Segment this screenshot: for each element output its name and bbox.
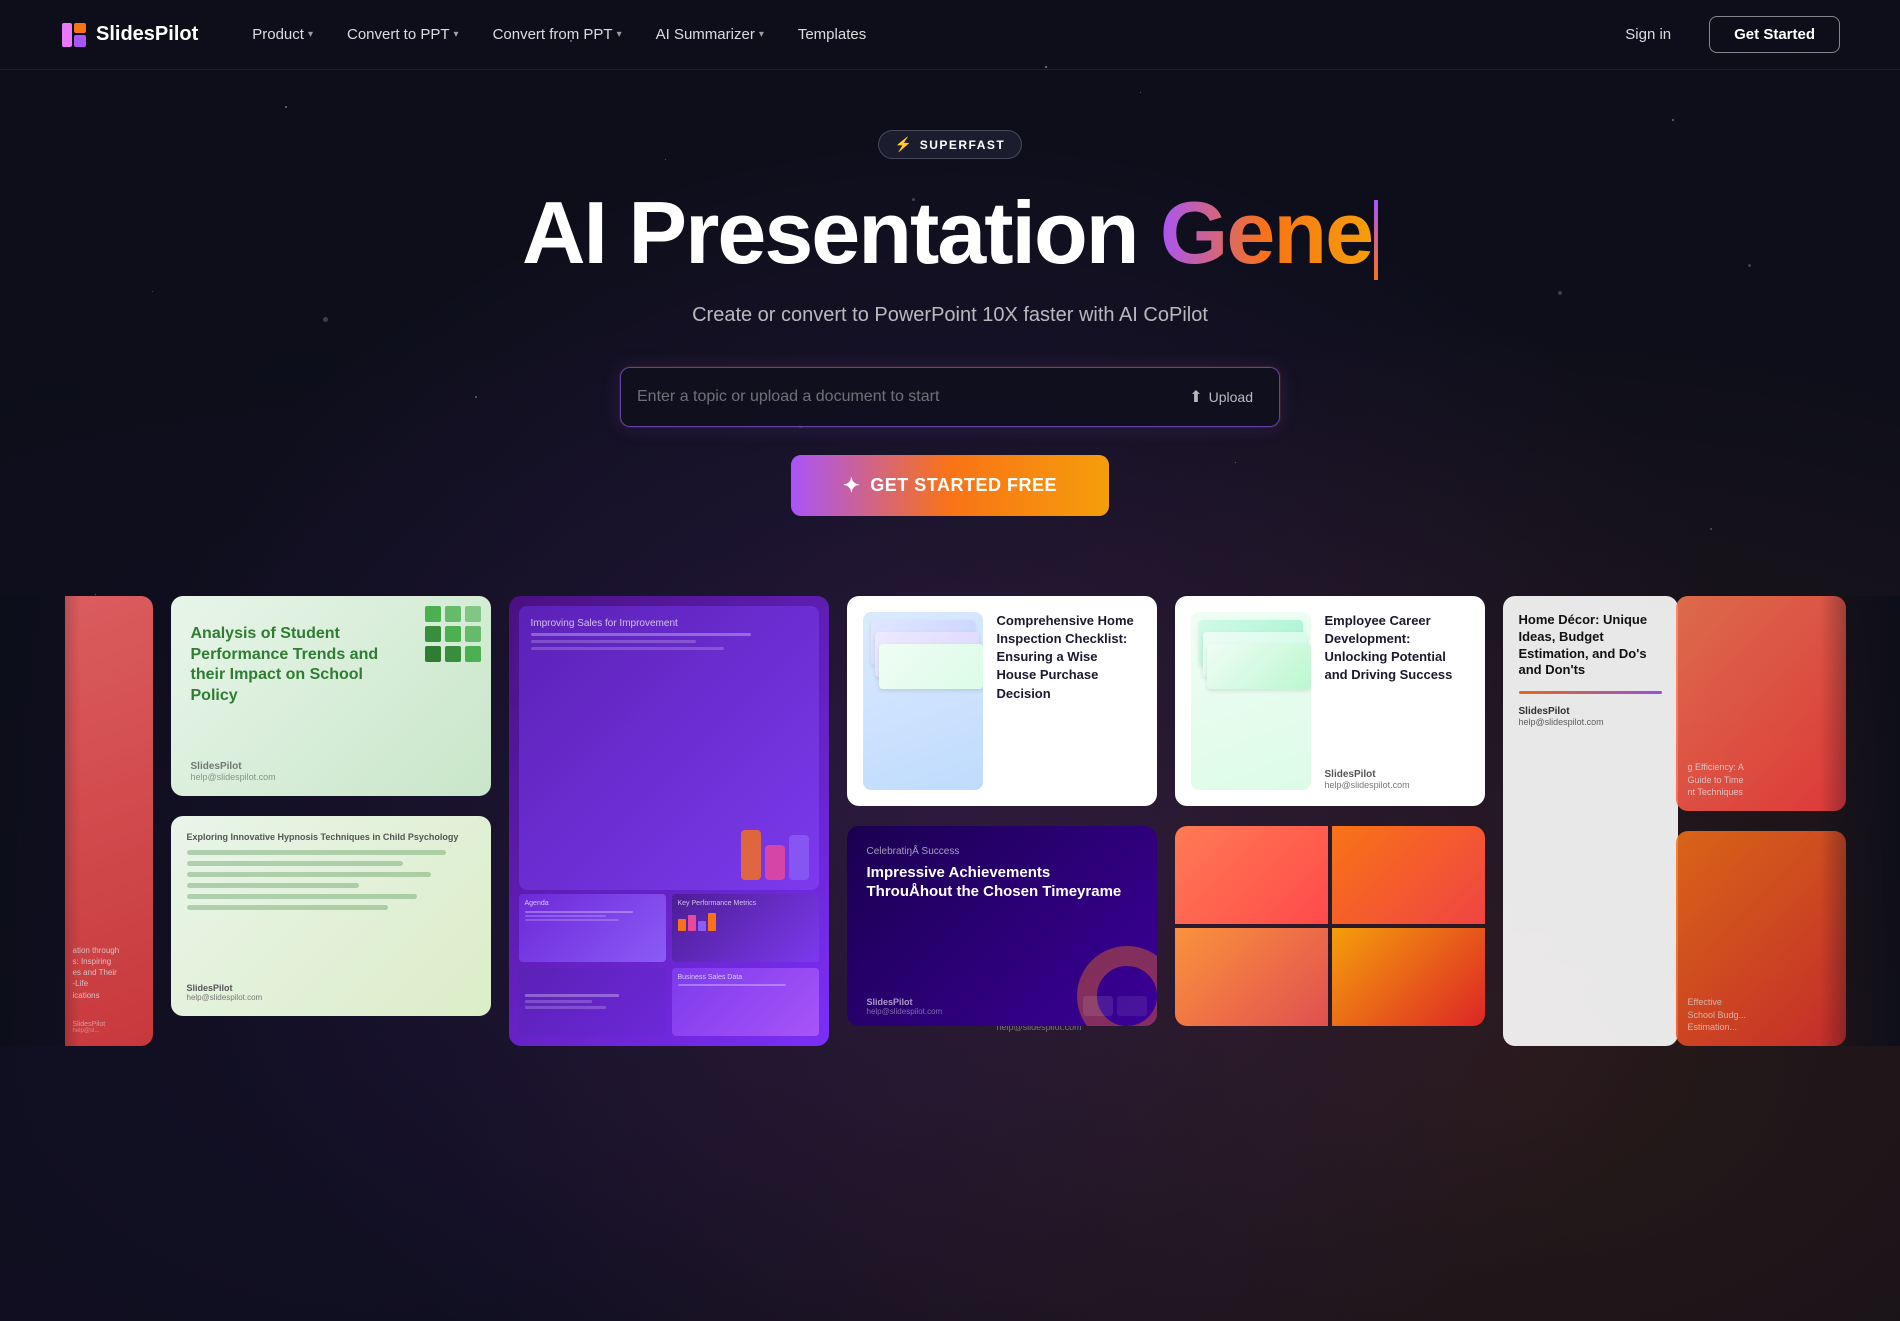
nav-item-product[interactable]: Product ▾ xyxy=(238,18,327,51)
mini-slides-grid: Agenda Key Performance Metrics xyxy=(519,894,819,1036)
logo-text: SlidesPilot xyxy=(96,23,198,46)
academic-card-footer: SlidesPilot help@slidespilot.com xyxy=(191,761,276,782)
green-card-lines xyxy=(187,850,475,910)
celebration-title: Impressive Achievements ThrouÅhout the C… xyxy=(867,863,1137,902)
academic-card-title: Analysis of Student Performance Trends a… xyxy=(191,624,391,707)
celebration-mini-preview xyxy=(1083,996,1147,1016)
upload-icon: ⬆ xyxy=(1189,387,1202,407)
hero-subtitle: Create or convert to PowerPoint 10X fast… xyxy=(692,304,1208,327)
employee-title: Employee Career Development: Unlocking P… xyxy=(1325,612,1469,685)
search-input-wrapper: ⬆ Upload xyxy=(620,367,1280,427)
mosaic-cell-2 xyxy=(1332,826,1485,924)
mosaic-cell-3 xyxy=(1175,928,1328,1026)
right-partial-2: Effective School Budg... Estimation... xyxy=(1676,831,1846,1046)
employee-footer: SlidesPilot help@slidespilot.com xyxy=(1325,769,1410,790)
left-partial-card-1: ation through s: Inspiring es and Their … xyxy=(65,596,153,1046)
academic-card[interactable]: Analysis of Student Performance Trends a… xyxy=(171,596,491,796)
celebration-footer: SlidesPilot help@slidespilot.com xyxy=(867,997,943,1016)
green-lines-card[interactable]: Exploring Innovative Hypnosis Techniques… xyxy=(171,816,491,1016)
purple-slide-content: Improving Sales for Improvement xyxy=(519,606,819,890)
chevron-down-icon: ▾ xyxy=(759,29,764,40)
bolt-icon: ⚡ xyxy=(895,136,914,153)
inspection-preview xyxy=(863,612,983,790)
decor-brand: SlidesPilot xyxy=(1519,706,1662,717)
nav-item-templates[interactable]: Templates xyxy=(784,18,880,51)
purple-slides-card[interactable]: Improving Sales for Improvement xyxy=(509,596,829,1046)
employee-card[interactable]: Employee Career Development: Unlocking P… xyxy=(1175,596,1485,806)
gallery-section: ation through s: Inspiring es and Their … xyxy=(0,596,1900,1046)
green-card-footer: SlidesPilot help@slidespilot.com xyxy=(187,983,263,1002)
nav-right: Sign in Get Started xyxy=(1603,16,1840,53)
nav-item-convert-from-ppt[interactable]: Convert from PPT ▾ xyxy=(479,18,636,51)
search-container: ⬆ Upload xyxy=(620,367,1280,427)
typing-cursor xyxy=(1374,200,1378,280)
decor-title: Home Décor: Unique Ideas, Budget Estimat… xyxy=(1519,612,1662,680)
gallery-column-4: Employee Career Development: Unlocking P… xyxy=(1175,596,1485,1026)
mini-slide-3 xyxy=(519,968,666,1036)
mini-slide-4: Business Sales Data xyxy=(672,968,819,1036)
mosaic-card[interactable] xyxy=(1175,826,1485,1026)
mosaic-cell-1 xyxy=(1175,826,1328,924)
mini-slide-2: Key Performance Metrics xyxy=(672,894,819,962)
cta-get-started-button[interactable]: ✦ GET STARTED FREE xyxy=(791,455,1109,516)
nav-item-ai-summarizer[interactable]: AI Summarizer ▾ xyxy=(642,18,778,51)
mosaic-cell-4 xyxy=(1332,928,1485,1026)
slide-color-blocks xyxy=(741,830,809,880)
chevron-down-icon: ▾ xyxy=(617,29,622,40)
purple-slide-main: Improving Sales for Improvement xyxy=(519,606,819,890)
employee-preview xyxy=(1191,612,1311,790)
employee-info: Employee Career Development: Unlocking P… xyxy=(1325,612,1469,790)
decor-divider xyxy=(1519,691,1662,694)
right-partial-1: g Efficiency: A Guide to Time nt Techniq… xyxy=(1676,596,1846,811)
gallery-flex: ation through s: Inspiring es and Their … xyxy=(0,596,1900,1046)
nav-item-convert-to-ppt[interactable]: Convert to PPT ▾ xyxy=(333,18,473,51)
nav-left: SlidesPilot Product ▾ Convert to PPT ▾ C… xyxy=(60,18,880,51)
gallery-column-3: Comprehensive Home Inspection Checklist:… xyxy=(847,596,1157,1026)
gallery-column-2: Improving Sales for Improvement xyxy=(509,596,829,1046)
inspection-info: Comprehensive Home Inspection Checklist:… xyxy=(997,612,1141,790)
hero-title: AI Presentation Gene xyxy=(522,187,1378,280)
right-partial-decor-card: Home Décor: Unique Ideas, Budget Estimat… xyxy=(1503,596,1678,1046)
chevron-down-icon: ▾ xyxy=(308,29,313,40)
sign-in-button[interactable]: Sign in xyxy=(1603,17,1693,52)
right-partial-1-content: g Efficiency: A Guide to Time nt Techniq… xyxy=(1688,608,1834,799)
get-started-nav-button[interactable]: Get Started xyxy=(1709,16,1840,53)
deco-grid xyxy=(425,606,481,662)
celebration-tag: CelebratiŋÅ Success xyxy=(867,846,1137,857)
topic-input[interactable] xyxy=(637,388,1179,406)
logo-icon xyxy=(60,21,88,49)
navbar: SlidesPilot Product ▾ Convert to PPT ▾ C… xyxy=(0,0,1900,70)
sparkle-icon: ✦ xyxy=(843,473,860,498)
green-card-header: Exploring Innovative Hypnosis Techniques… xyxy=(187,832,475,842)
upload-button[interactable]: ⬆ Upload xyxy=(1179,381,1263,413)
far-right-partials: g Efficiency: A Guide to Time nt Techniq… xyxy=(1676,596,1846,1046)
inspection-title: Comprehensive Home Inspection Checklist:… xyxy=(997,612,1141,703)
right-partial-2-content: Effective School Budg... Estimation... xyxy=(1688,843,1834,1034)
celebration-card[interactable]: CelebratiŋÅ Success Impressive Achieveme… xyxy=(847,826,1157,1026)
nav-links: Product ▾ Convert to PPT ▾ Convert from … xyxy=(238,18,880,51)
superfast-badge: ⚡ SUPERFAST xyxy=(878,130,1022,159)
mini-slide-1: Agenda xyxy=(519,894,666,962)
home-inspection-card[interactable]: Comprehensive Home Inspection Checklist:… xyxy=(847,596,1157,806)
gallery-column-1: Analysis of Student Performance Trends a… xyxy=(171,596,491,1016)
inspection-slide-preview-3 xyxy=(879,644,983,689)
employee-slide-3 xyxy=(1207,644,1311,689)
decor-email: help@slidespilot.com xyxy=(1519,717,1662,727)
hero-section: ⚡ SUPERFAST AI Presentation Gene Create … xyxy=(0,70,1900,556)
logo[interactable]: SlidesPilot xyxy=(60,21,198,49)
chevron-down-icon: ▾ xyxy=(454,29,459,40)
